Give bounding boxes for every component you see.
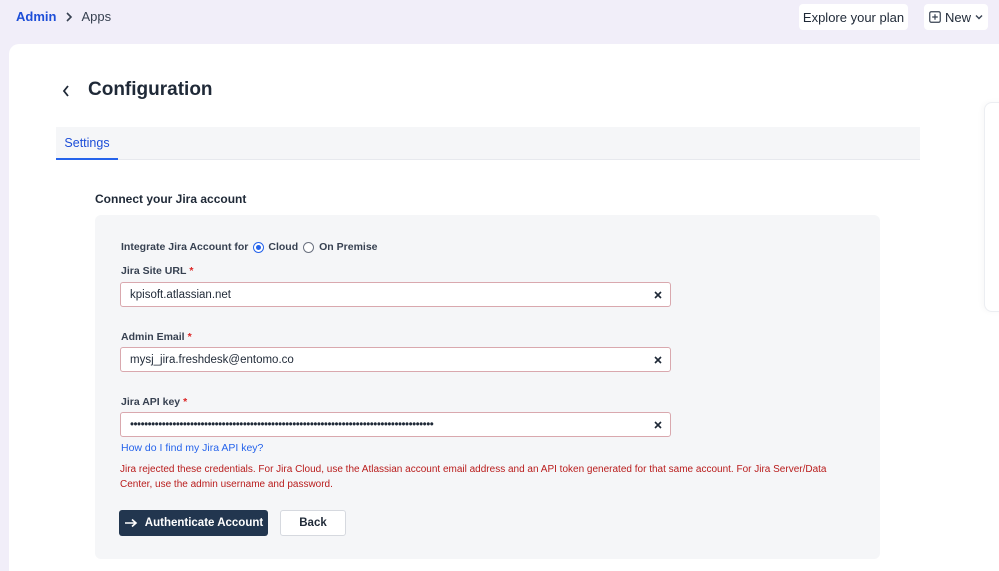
side-panel-edge bbox=[984, 102, 999, 312]
radio-cloud[interactable] bbox=[253, 241, 265, 253]
admin-email-value: mysj_jira.freshdesk@entomo.co bbox=[130, 353, 294, 366]
admin-email-field[interactable]: mysj_jira.freshdesk@entomo.co bbox=[120, 347, 671, 372]
back-button-label: Back bbox=[299, 517, 327, 529]
api-key-help-link[interactable]: How do I find my Jira API key? bbox=[121, 442, 263, 454]
radio-on-premise-label: On Premise bbox=[319, 241, 378, 253]
chevron-right-icon bbox=[65, 11, 73, 22]
breadcrumb-admin-link[interactable]: Admin bbox=[16, 9, 56, 24]
authenticate-account-label: Authenticate Account bbox=[144, 517, 264, 529]
radio-cloud-label: Cloud bbox=[268, 241, 299, 253]
site-url-field[interactable]: kpisoft.atlassian.net bbox=[120, 282, 671, 307]
breadcrumb: Admin Apps bbox=[16, 9, 111, 24]
radio-on-premise[interactable] bbox=[303, 241, 315, 253]
authenticate-account-button[interactable]: Authenticate Account bbox=[119, 510, 268, 536]
form-panel bbox=[95, 215, 880, 559]
integrate-label: Integrate Jira Account for bbox=[121, 241, 249, 253]
clear-icon[interactable] bbox=[646, 413, 670, 436]
breadcrumb-current: Apps bbox=[81, 9, 112, 24]
tab-settings[interactable]: Settings bbox=[56, 127, 118, 160]
clear-icon[interactable] bbox=[646, 283, 670, 306]
arrow-right-icon bbox=[124, 518, 138, 528]
plus-square-icon bbox=[929, 11, 941, 23]
tabs-bar: Settings bbox=[56, 127, 920, 160]
api-key-value: ••••••••••••••••••••••••••••••••••••••••… bbox=[130, 418, 434, 431]
clear-icon[interactable] bbox=[646, 348, 670, 371]
explore-plan-button[interactable]: Explore your plan bbox=[799, 4, 908, 30]
new-button-label: New bbox=[944, 9, 971, 25]
top-bar: Admin Apps Explore your plan New bbox=[0, 0, 999, 44]
new-button[interactable]: New bbox=[924, 4, 988, 30]
section-heading: Connect your Jira account bbox=[95, 192, 247, 206]
back-button[interactable]: Back bbox=[280, 510, 346, 536]
site-url-label: Jira Site URL * bbox=[121, 265, 194, 277]
api-key-label: Jira API key * bbox=[121, 396, 188, 408]
admin-email-label: Admin Email * bbox=[121, 331, 192, 343]
page-title: Configuration bbox=[88, 79, 213, 100]
site-url-value: kpisoft.atlassian.net bbox=[130, 288, 232, 301]
error-message: Jira rejected these credentials. For Jir… bbox=[120, 464, 827, 490]
explore-plan-label: Explore your plan bbox=[802, 9, 905, 25]
integration-type-row: Integrate Jira Account for Cloud On Prem… bbox=[121, 241, 378, 253]
chevron-down-icon bbox=[975, 14, 983, 20]
api-key-field[interactable]: ••••••••••••••••••••••••••••••••••••••••… bbox=[120, 412, 671, 437]
chevron-left-icon[interactable] bbox=[61, 84, 71, 98]
